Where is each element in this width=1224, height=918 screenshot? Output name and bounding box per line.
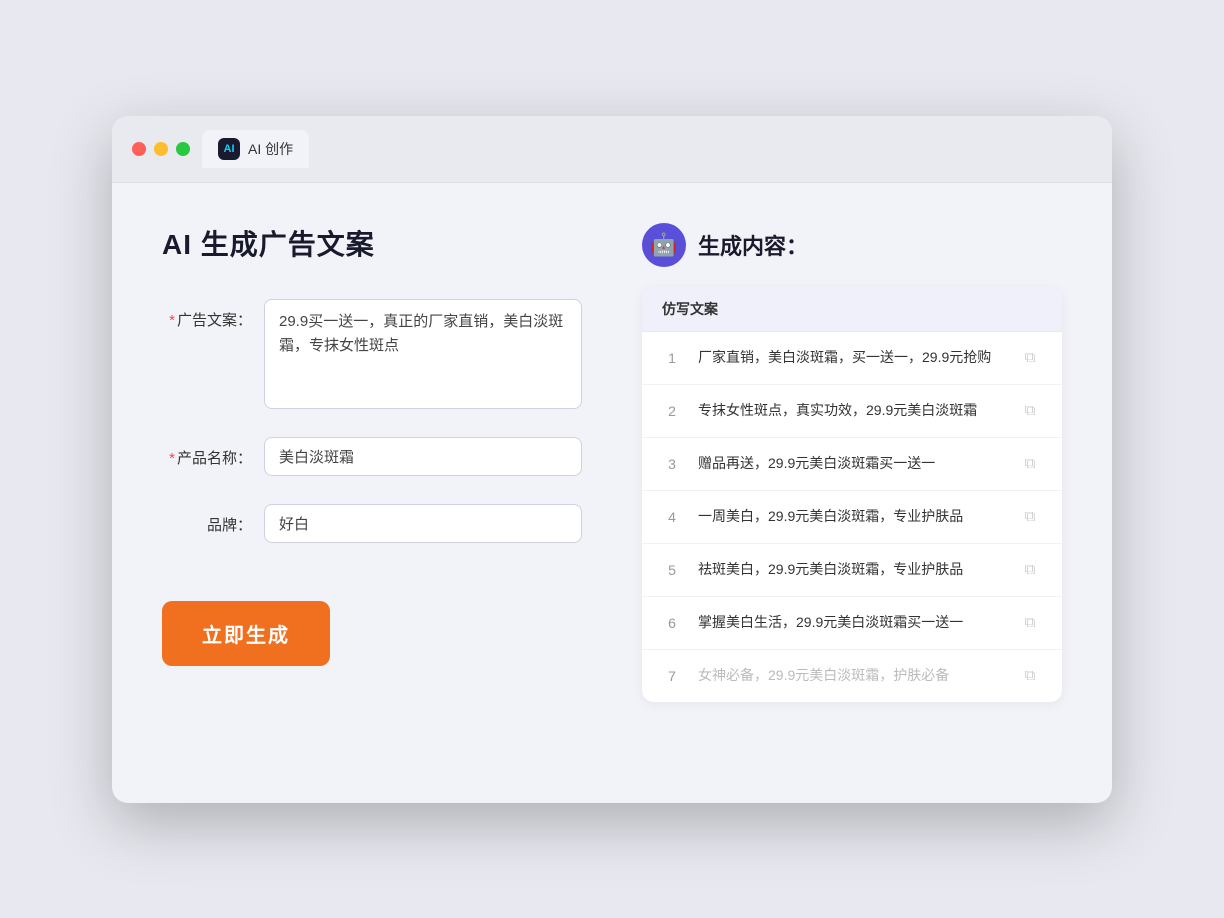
copy-icon[interactable]: ⧉ <box>1018 664 1042 688</box>
copy-icon[interactable]: ⧉ <box>1018 399 1042 423</box>
tab-label: AI 创作 <box>248 139 293 159</box>
robot-icon <box>642 223 686 267</box>
row-text: 一周美白，29.9元美白淡斑霜，专业护肤品 <box>698 506 1002 527</box>
close-button[interactable] <box>132 142 146 156</box>
table-row: 1 厂家直销，美白淡斑霜，买一送一，29.9元抢购 ⧉ <box>642 332 1062 385</box>
tab-icon: AI <box>218 138 240 160</box>
brand-group: 品牌： <box>162 504 582 543</box>
table-row: 3 赠品再送，29.9元美白淡斑霜买一送一 ⧉ <box>642 438 1062 491</box>
row-text: 掌握美白生活，29.9元美白淡斑霜买一送一 <box>698 612 1002 633</box>
result-table: 仿写文案 1 厂家直销，美白淡斑霜，买一送一，29.9元抢购 ⧉ 2 专抹女性斑点，真实… <box>642 287 1062 702</box>
result-title: 生成内容： <box>698 229 808 261</box>
main-content: AI 生成广告文案 *广告文案： *产品名称： 品牌： 立 <box>112 183 1112 803</box>
minimize-button[interactable] <box>154 142 168 156</box>
tab-ai-create[interactable]: AI AI 创作 <box>202 130 309 168</box>
table-row: 2 专抹女性斑点，真实功效，29.9元美白淡斑霜 ⧉ <box>642 385 1062 438</box>
row-number: 3 <box>662 456 682 472</box>
row-number: 1 <box>662 350 682 366</box>
right-panel: 生成内容： 仿写文案 1 厂家直销，美白淡斑霜，买一送一，29.9元抢购 ⧉ 2 专抹女… <box>642 223 1062 763</box>
ad-copy-label: *广告文案： <box>162 299 252 330</box>
left-panel: AI 生成广告文案 *广告文案： *产品名称： 品牌： 立 <box>162 223 582 763</box>
row-text: 祛斑美白，29.9元美白淡斑霜，专业护肤品 <box>698 559 1002 580</box>
row-number: 6 <box>662 615 682 631</box>
result-rows-container: 1 厂家直销，美白淡斑霜，买一送一，29.9元抢购 ⧉ 2 专抹女性斑点，真实功效，29… <box>642 332 1062 702</box>
table-header: 仿写文案 <box>642 287 1062 332</box>
maximize-button[interactable] <box>176 142 190 156</box>
row-number: 2 <box>662 403 682 419</box>
page-title: AI 生成广告文案 <box>162 223 582 263</box>
row-text: 赠品再送，29.9元美白淡斑霜买一送一 <box>698 453 1002 474</box>
browser-window: AI AI 创作 AI 生成广告文案 *广告文案： *产品名称： <box>112 116 1112 803</box>
required-star-2: * <box>169 450 175 467</box>
table-row: 4 一周美白，29.9元美白淡斑霜，专业护肤品 ⧉ <box>642 491 1062 544</box>
row-text: 厂家直销，美白淡斑霜，买一送一，29.9元抢购 <box>698 347 1002 368</box>
traffic-lights <box>132 142 190 156</box>
brand-input[interactable] <box>264 504 582 543</box>
copy-icon[interactable]: ⧉ <box>1018 452 1042 476</box>
table-row: 5 祛斑美白，29.9元美白淡斑霜，专业护肤品 ⧉ <box>642 544 1062 597</box>
ad-copy-group: *广告文案： <box>162 299 582 409</box>
copy-icon[interactable]: ⧉ <box>1018 346 1042 370</box>
product-name-input[interactable] <box>264 437 582 476</box>
copy-icon[interactable]: ⧉ <box>1018 558 1042 582</box>
row-number: 4 <box>662 509 682 525</box>
table-row: 6 掌握美白生活，29.9元美白淡斑霜买一送一 ⧉ <box>642 597 1062 650</box>
titlebar: AI AI 创作 <box>112 116 1112 183</box>
copy-icon[interactable]: ⧉ <box>1018 505 1042 529</box>
table-row: 7 女神必备，29.9元美白淡斑霜，护肤必备 ⧉ <box>642 650 1062 702</box>
required-star: * <box>169 312 175 329</box>
brand-label: 品牌： <box>162 504 252 535</box>
row-number: 7 <box>662 668 682 684</box>
product-name-label: *产品名称： <box>162 437 252 468</box>
row-text: 专抹女性斑点，真实功效，29.9元美白淡斑霜 <box>698 400 1002 421</box>
generate-button[interactable]: 立即生成 <box>162 601 330 666</box>
copy-icon[interactable]: ⧉ <box>1018 611 1042 635</box>
result-header: 生成内容： <box>642 223 1062 267</box>
product-name-group: *产品名称： <box>162 437 582 476</box>
ad-copy-input[interactable] <box>264 299 582 409</box>
row-text: 女神必备，29.9元美白淡斑霜，护肤必备 <box>698 665 1002 686</box>
row-number: 5 <box>662 562 682 578</box>
